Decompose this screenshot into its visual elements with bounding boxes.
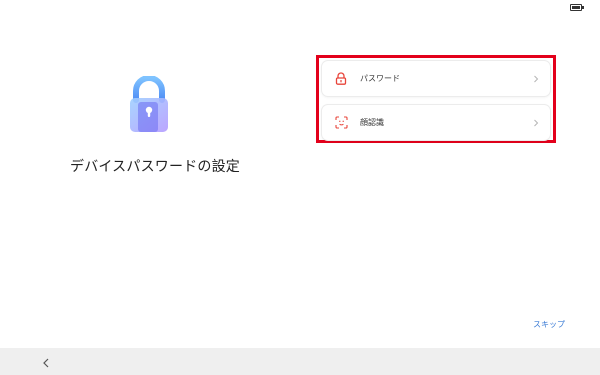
- back-button[interactable]: [38, 354, 54, 370]
- password-option[interactable]: パスワード: [322, 61, 550, 96]
- skip-button[interactable]: スキップ: [533, 319, 565, 330]
- back-chevron-icon: [42, 353, 50, 372]
- lock-icon: [126, 75, 172, 134]
- chevron-right-icon: [532, 119, 540, 127]
- battery-icon: [570, 4, 582, 11]
- navigation-bar: [0, 348, 600, 375]
- password-option-label: パスワード: [360, 74, 400, 83]
- status-bar: [0, 0, 600, 18]
- face-scan-icon: [334, 116, 348, 130]
- page-title: デバイスパスワードの設定: [70, 159, 240, 175]
- face-recognition-option-label: 顔認識: [360, 118, 384, 127]
- face-recognition-option[interactable]: 顔認識: [322, 105, 550, 140]
- lock-icon: [334, 72, 348, 86]
- chevron-right-icon: [532, 75, 540, 83]
